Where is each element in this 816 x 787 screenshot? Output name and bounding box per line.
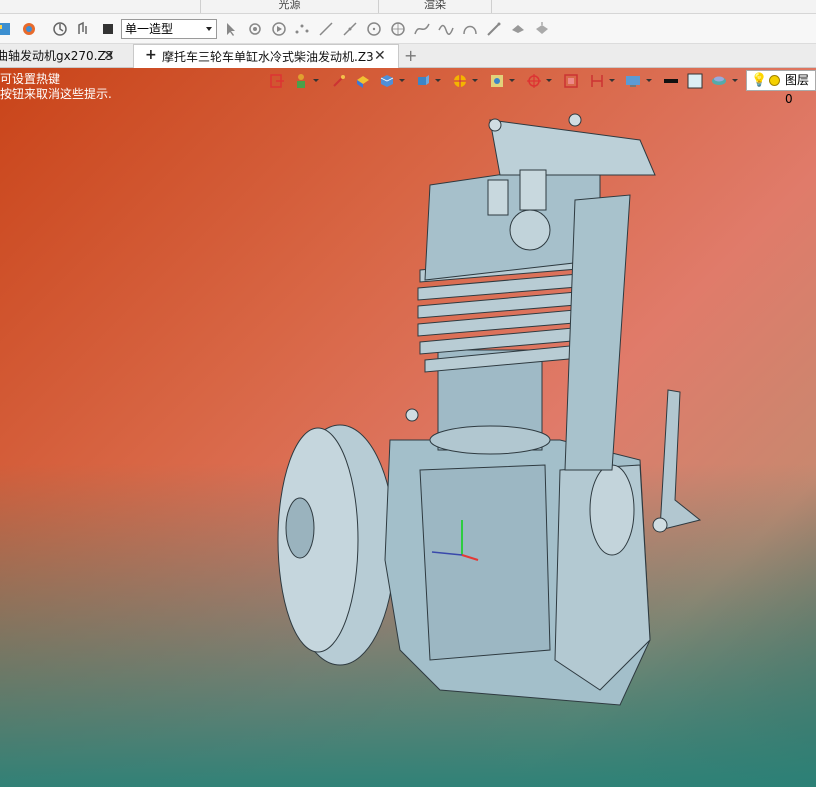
layer-shape-icon[interactable] [710,72,728,90]
pin-icon: + [145,47,157,63]
crankcase-panel [419,464,551,661]
close-icon[interactable]: ✕ [374,44,386,68]
play-icon[interactable] [270,20,288,38]
command-toolbar: 单一造型 [0,14,816,44]
dimension-icon[interactable] [588,72,606,90]
chevron-down-icon[interactable] [732,79,738,82]
layer-select[interactable]: 💡 图层0 [746,70,816,106]
line2-icon[interactable] [341,20,359,38]
figure-icon[interactable] [292,72,310,90]
bolt [652,517,668,533]
ribbon-group-light: 光源 [278,0,301,11]
history-icon[interactable] [74,20,92,38]
line-color-icon[interactable] [662,72,680,90]
close-icon[interactable]: ✕ [103,44,115,68]
rocker-cover [489,119,656,176]
exhaust-pipe [564,194,631,471]
pen-icon[interactable] [485,20,503,38]
chevron-down-icon[interactable] [609,79,615,82]
cylinder-base [429,425,551,455]
wave-icon[interactable] [437,20,455,38]
head-port [509,209,551,251]
app-icon[interactable] [0,20,12,38]
orbit-icon[interactable] [451,72,469,90]
render-icon[interactable] [20,20,38,38]
tab-label: 摩托车三轮车单缸水冷式柴油发动机.Z3 [162,50,374,64]
throttle-lever [659,389,702,531]
material-icon[interactable] [354,72,372,90]
section-icon[interactable] [525,72,543,90]
chevron-down-icon[interactable] [399,79,405,82]
flywheel-hub [285,497,315,559]
bolt [568,113,582,127]
new-tab-icon[interactable]: + [404,44,417,67]
chevron-down-icon[interactable] [546,79,552,82]
stop-icon[interactable] [99,20,117,38]
bulb-icon[interactable]: 💡 [751,71,767,90]
display-icon[interactable] [624,72,642,90]
circle2-icon[interactable] [389,20,407,38]
arc-icon[interactable] [461,20,479,38]
select-arrow-icon[interactable] [222,20,240,38]
mode-select[interactable]: 单一造型 [121,19,217,39]
ribbon-caption-strip: 光源 渲染 [0,0,816,14]
ribbon-separator [491,0,492,13]
chevron-down-icon[interactable] [646,79,652,82]
tab-label: 曲轴发动机gx270.Z3 [0,49,114,63]
exit-icon[interactable] [268,72,286,90]
mode-select-value: 单一造型 [125,22,174,36]
brush-icon[interactable] [330,72,348,90]
shade-icon[interactable] [533,20,551,38]
fill-color-icon[interactable] [686,72,704,90]
chevron-down-icon[interactable] [435,79,441,82]
chevron-down-icon [206,27,212,31]
curve-icon[interactable] [413,20,431,38]
valve-spring [487,179,509,216]
chevron-down-icon[interactable] [472,79,478,82]
circle-icon[interactable] [365,20,383,38]
ribbon-group-render: 渲染 [424,0,446,11]
bolt [488,118,502,132]
layer-status-icon [769,75,780,86]
frame-icon[interactable] [562,72,580,90]
3d-viewport[interactable]: 可设置热键 按钮来取消这些提示. [0,68,816,787]
cube-icon[interactable] [378,72,396,90]
view-cube-icon[interactable] [414,72,432,90]
point-icon[interactable] [293,20,311,38]
zoom-icon[interactable] [488,72,506,90]
view-toolbar [262,70,816,92]
bolt [405,408,419,422]
engine-model[interactable] [0,68,816,787]
valve-spring [519,169,547,211]
pick-icon[interactable] [246,20,264,38]
cloud-icon[interactable] [509,20,527,38]
rotate-icon[interactable] [51,20,69,38]
layer-label: 图层0 [785,73,810,106]
gear [589,464,635,556]
chevron-down-icon[interactable] [509,79,515,82]
line-icon[interactable] [317,20,335,38]
document-tab-bar: 曲轴发动机gx270.Z3 ✕ 摩托车三轮车单缸水冷式柴油发动机.Z3 + ✕ … [0,44,816,68]
tab-diesel-engine[interactable]: 摩托车三轮车单缸水冷式柴油发动机.Z3 [133,44,399,68]
chevron-down-icon[interactable] [313,79,319,82]
